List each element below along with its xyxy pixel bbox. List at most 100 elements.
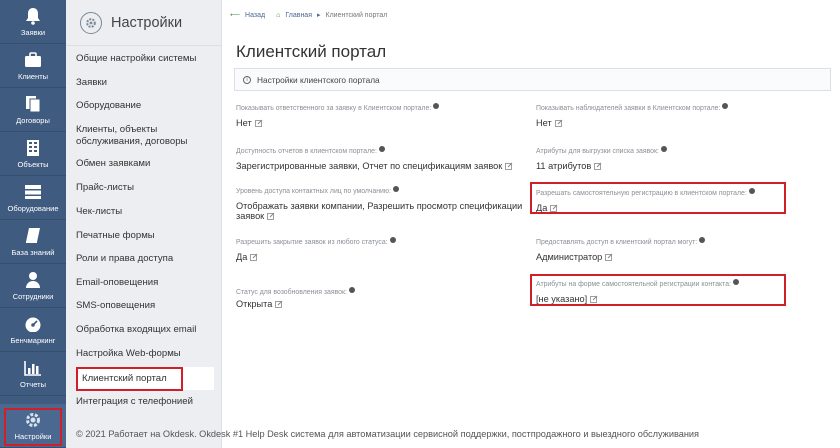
menu-item-price-lists[interactable]: Прайс-листы xyxy=(76,182,214,194)
field-reports-available: Доступность отчетов в клиентском портале… xyxy=(236,146,513,171)
help-icon[interactable] xyxy=(348,287,355,293)
info-icon: i xyxy=(243,75,251,84)
nav-objects-label: Объекты xyxy=(17,159,49,169)
nav-knowledge-base[interactable]: База знаний xyxy=(0,220,66,264)
field-access-level: Уровень доступа контактных лиц по умолча… xyxy=(236,186,526,221)
field-label: Уровень доступа контактных лиц по умолча… xyxy=(236,188,391,195)
edit-icon[interactable] xyxy=(254,119,263,127)
bell-icon xyxy=(23,7,43,25)
field-label: Показывать наблюдателей заявки в Клиентс… xyxy=(536,105,721,112)
nav-objects[interactable]: Объекты xyxy=(0,132,66,176)
help-icon[interactable] xyxy=(699,237,706,243)
nav-employees-label: Сотрудники xyxy=(12,291,54,301)
section-title: Настройки клиентского портала xyxy=(257,74,380,85)
nav-clients-label: Клиенты xyxy=(17,71,49,81)
footer-text: © 2021 Работает на Okdesk. Okdesk #1 Hel… xyxy=(76,429,700,439)
nav-benchmarking[interactable]: Бенчмаркинг xyxy=(0,308,66,352)
chevron-right-icon: ▸ xyxy=(317,12,321,19)
nav-employees[interactable]: Сотрудники xyxy=(0,264,66,308)
help-icon[interactable] xyxy=(378,146,385,152)
field-label: Предоставлять доступ в клиентский портал… xyxy=(536,239,698,246)
field-show-responsible: Показывать ответственного за заявку в Кл… xyxy=(236,103,440,128)
field-label: Доступность отчетов в клиентском портале… xyxy=(236,148,377,155)
field-reopen-status: Статус для возобновления заявок: Открыта xyxy=(236,287,355,309)
highlight-nav-settings xyxy=(4,408,62,446)
edit-icon[interactable] xyxy=(267,212,275,220)
main-nav-rail: Заявки Клиенты Договоры Объекты Оборудов… xyxy=(0,0,66,448)
home-icon: ⌂ xyxy=(276,11,281,19)
edit-icon[interactable] xyxy=(554,119,563,127)
briefcase-icon xyxy=(23,51,43,69)
nav-knowledge-base-label: База знаний xyxy=(11,247,55,257)
help-icon[interactable] xyxy=(722,103,729,109)
menu-item-email[interactable]: Email-оповещения xyxy=(76,277,214,289)
nav-reports-label: Отчеты xyxy=(20,379,46,389)
menu-item-exchange[interactable]: Обмен заявками xyxy=(76,158,214,170)
gauge-icon xyxy=(23,315,43,333)
field-value: Да xyxy=(236,252,248,262)
field-value: Отображать заявки компании, Разрешить пр… xyxy=(236,201,523,221)
menu-item-requests[interactable]: Заявки xyxy=(76,77,214,89)
edit-icon[interactable] xyxy=(250,253,258,261)
nav-clients[interactable]: Клиенты xyxy=(0,44,66,88)
nav-benchmarking-label: Бенчмаркинг xyxy=(10,335,56,345)
field-label: Разрешить закрытие заявок из любого стат… xyxy=(236,239,388,246)
menu-item-clients[interactable]: Клиенты, объекты обслуживания, договоры xyxy=(76,124,214,148)
nav-equipment-label: Оборудование xyxy=(7,203,59,213)
nav-requests[interactable]: Заявки xyxy=(0,0,66,44)
edit-icon[interactable] xyxy=(505,162,513,170)
server-icon xyxy=(23,183,43,201)
breadcrumb: ⟵ Назад ⌂ Главная ▸ Клиентский портал xyxy=(230,11,388,20)
field-value: Нет xyxy=(536,118,552,128)
edit-icon[interactable] xyxy=(275,300,283,308)
gear-icon xyxy=(80,11,102,34)
highlight-registration-attributes xyxy=(530,274,786,306)
help-icon[interactable] xyxy=(660,146,667,152)
menu-item-general[interactable]: Общие настройки системы xyxy=(76,53,214,65)
back-arrow-icon: ⟵ xyxy=(230,12,241,19)
documents-icon xyxy=(23,95,43,113)
help-icon[interactable] xyxy=(389,237,396,243)
menu-item-checklists[interactable]: Чек-листы xyxy=(76,206,214,218)
field-value: 11 атрибутов xyxy=(536,161,592,171)
menu-item-equipment[interactable]: Оборудование xyxy=(76,100,214,112)
menu-item-roles[interactable]: Роли и права доступа xyxy=(76,253,214,265)
breadcrumb-home[interactable]: Главная xyxy=(285,12,312,19)
nav-contracts[interactable]: Договоры xyxy=(0,88,66,132)
menu-item-telephony[interactable]: Интеграция с телефонией xyxy=(76,396,214,408)
help-icon[interactable] xyxy=(392,186,399,192)
page-title: Клиентский портал xyxy=(236,42,387,61)
field-value: Зарегистрированные заявки, Отчет по спец… xyxy=(236,161,503,171)
help-icon[interactable] xyxy=(433,103,440,109)
nav-reports[interactable]: Отчеты xyxy=(0,352,66,396)
menu-item-print-forms[interactable]: Печатные формы xyxy=(76,230,214,242)
menu-item-incoming-email[interactable]: Обработка входящих email xyxy=(76,324,214,336)
field-value: Администратор xyxy=(536,252,603,262)
person-icon xyxy=(23,271,43,289)
menu-item-web-form[interactable]: Настройка Web-формы xyxy=(76,348,214,360)
book-icon xyxy=(23,227,43,245)
nav-equipment[interactable]: Оборудование xyxy=(0,176,66,220)
field-label: Показывать ответственного за заявку в Кл… xyxy=(236,105,432,112)
highlight-menu-client-portal xyxy=(76,367,183,391)
field-close-any-status: Разрешить закрытие заявок из любого стат… xyxy=(236,237,396,262)
settings-menu-header: Настройки xyxy=(66,0,221,46)
breadcrumb-current: Клиентский портал xyxy=(325,11,388,19)
settings-menu-title: Настройки xyxy=(111,14,183,31)
field-value: Нет xyxy=(236,118,252,128)
section-header[interactable]: i Настройки клиентского портала xyxy=(234,68,831,91)
edit-icon[interactable] xyxy=(605,253,613,261)
field-label: Статус для возобновления заявок: xyxy=(236,289,347,296)
nav-requests-label: Заявки xyxy=(20,27,46,37)
edit-icon[interactable] xyxy=(594,162,602,170)
field-show-observers: Показывать наблюдателей заявки в Клиентс… xyxy=(536,103,729,128)
building-icon xyxy=(23,139,43,157)
field-label: Атрибуты для выгрузки списка заявок: xyxy=(536,148,659,155)
breadcrumb-back[interactable]: Назад xyxy=(245,12,265,19)
field-value: Открыта xyxy=(236,299,273,309)
field-export-attributes: Атрибуты для выгрузки списка заявок: 11 … xyxy=(536,146,667,171)
nav-contracts-label: Договоры xyxy=(16,115,50,125)
field-portal-access-by: Предоставлять доступ в клиентский портал… xyxy=(536,237,706,262)
highlight-self-registration xyxy=(530,182,786,214)
menu-item-sms[interactable]: SMS-оповещения xyxy=(76,300,214,312)
